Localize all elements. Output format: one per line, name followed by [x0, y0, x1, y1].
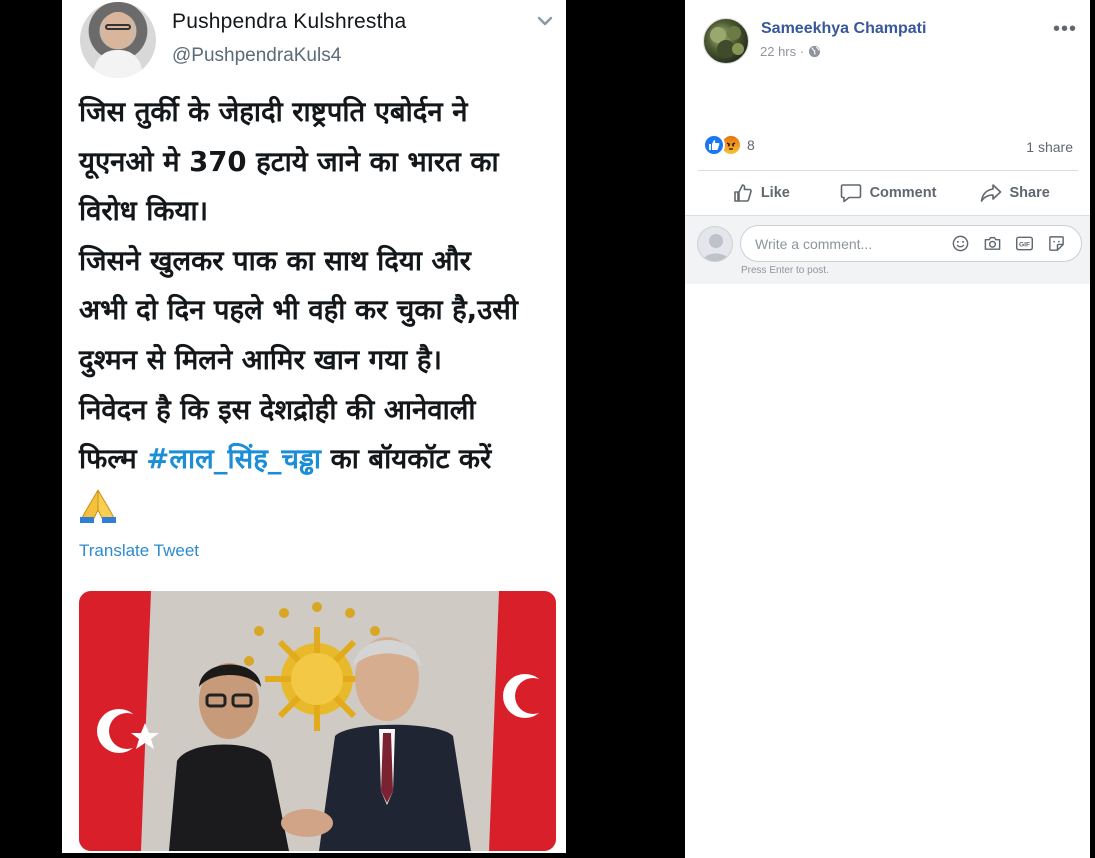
comment-label: Comment: [869, 185, 937, 201]
tweet-attached-photo: [79, 591, 556, 851]
reaction-count: 8: [747, 137, 755, 153]
like-reaction-icon: [703, 134, 725, 156]
share-label: Share: [1009, 185, 1050, 201]
tweet-author-avatar: [80, 2, 156, 78]
share-arrow-icon: [980, 184, 1001, 202]
avatar-image: [710, 26, 744, 58]
current-user-avatar: [697, 226, 733, 262]
tweet-hashtag: #लाल_सिंह_चड्ढा: [146, 443, 322, 476]
share-count[interactable]: 1 share: [1026, 139, 1073, 155]
gif-icon[interactable]: GIF: [1015, 234, 1034, 253]
camera-icon[interactable]: [983, 234, 1002, 253]
share-button[interactable]: Share: [951, 171, 1078, 215]
reactions-summary[interactable]: 8: [703, 134, 755, 156]
photo-scene: [79, 591, 556, 851]
tweet-author-handle: @PushpendraKuls4: [172, 45, 342, 66]
post-meta: 22 hrs ·: [760, 44, 821, 59]
photo-viewer: Pushpendra Kulshrestha @PushpendraKuls4 …: [0, 0, 685, 858]
tweet-screenshot: Pushpendra Kulshrestha @PushpendraKuls4 …: [62, 0, 566, 853]
post-actions-bar: Like Comment Share: [698, 171, 1078, 215]
svg-text:GIF: GIF: [1019, 242, 1030, 249]
folded-hands-icon: [80, 489, 116, 523]
chevron-down-icon: [537, 16, 553, 26]
post-detail-panel: Sameekhya Champati 22 hrs · ••• 8 1 shar…: [685, 0, 1090, 858]
thumbs-up-icon: [734, 184, 752, 202]
comment-button[interactable]: Comment: [825, 171, 952, 215]
tweet-text-part2: का बॉयकॉट करें: [321, 443, 492, 476]
tweet-text: जिस तुर्की के जेहादी राष्ट्रपति एबोर्दन …: [79, 88, 559, 485]
translate-tweet-link: Translate Tweet: [79, 541, 200, 560]
like-button[interactable]: Like: [698, 171, 825, 215]
post-author-name[interactable]: Sameekhya Champati: [761, 20, 926, 38]
comment-composer: GIF Press Enter to post.: [685, 216, 1090, 284]
post-timestamp[interactable]: 22 hrs ·: [760, 44, 804, 59]
globe-icon[interactable]: [808, 45, 821, 58]
tweet-text-part1: जिस तुर्की के जेहादी राष्ट्रपति एबोर्दन …: [79, 96, 519, 476]
tweet-author-name: Pushpendra Kulshrestha: [172, 10, 407, 33]
sticker-icon[interactable]: [1047, 234, 1066, 253]
like-label: Like: [760, 185, 790, 201]
comment-bubble-icon: [840, 184, 861, 203]
emoji-icon[interactable]: [951, 234, 970, 253]
comment-hint: Press Enter to post.: [741, 265, 829, 276]
more-options-button[interactable]: •••: [1053, 18, 1077, 41]
emblem-sun-icon: [265, 627, 369, 731]
post-author-avatar[interactable]: [703, 18, 749, 64]
default-avatar-icon: [703, 234, 729, 261]
comment-attachment-icons: GIF: [951, 234, 1066, 253]
